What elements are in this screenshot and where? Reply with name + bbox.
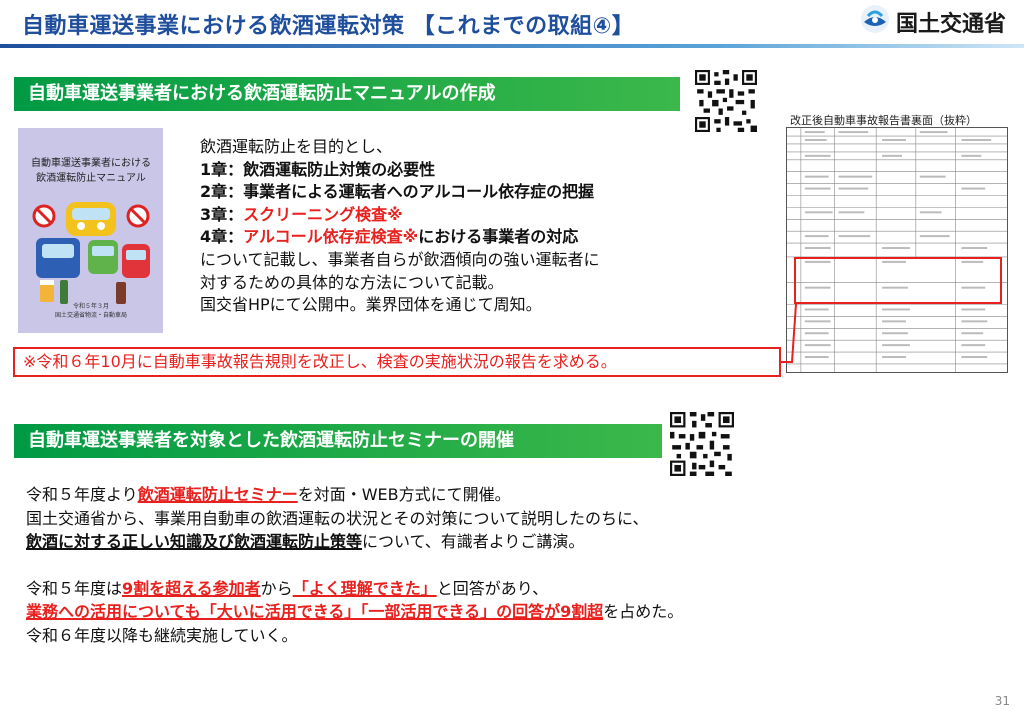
seminar-line-5: 業務への活用についても「大いに活用できる」「一部活用できる」の回答が9割超を占め… [26,600,683,624]
page-title: 自動車運送事業における飲酒運転対策 【これまでの取組④】 [22,14,635,39]
manual-title: 自動車運送事業者における 飲酒運転防止マニュアル [26,156,156,186]
title-bar: 自動車運送事業における飲酒運転対策 【これまでの取組④】 国土交通省 [0,0,1024,48]
desc-line-6: について記載し、事業者自らが飲酒傾向の強い運転者に [200,249,600,269]
qr-code-icon[interactable] [670,412,734,476]
mlit-logo-icon [861,5,889,33]
regulation-note: ※令和６年10月に自動車事故報告規則を改正し、検査の実施状況の報告を求める。 [13,347,781,377]
usage-result: 業務への活用についても「大いに活用できる」「一部活用できる」の回答が9割超 [26,602,604,621]
manual-description: 飲酒運転防止を目的とし、 1章：飲酒運転防止対策の必要性 2章：事業者による運転… [200,136,600,317]
accident-report-form-image [786,127,1008,373]
participant-share: 9割を超える参加者 [122,578,261,598]
p4e: と回答があり、 [436,578,549,598]
manual-date: 令和５年３月 [72,303,109,310]
chapter-4-prefix: 4章： [200,227,244,247]
chapter-2: 2章：事業者による運転者へのアルコール依存症の把握 [200,182,595,202]
manual-publisher: 国土交通省物流・自動車局 [54,312,127,319]
seminar-description: 令和５年度より飲酒運転防止セミナーを対面・WEB方式にて開催。 国土交通省から、… [26,483,683,647]
form-caption: 改正後自動車事故報告書裏面（抜粋） [790,114,977,127]
p4c: から [260,578,293,598]
cars-and-alcohol-illustration [32,202,150,304]
desc-line-1: 飲酒運転防止を目的とし、 [200,137,393,156]
manual-cover: 自動車運送事業者における 飲酒運転防止マニュアル 令和５年３月 国土交通省物流・… [18,128,163,333]
p1a: 令和５年度より [26,485,138,504]
p4a: 令和５年度は [26,578,123,598]
lecture-topic: 飲酒に対する正しい知識及び飲酒運転防止策等 [26,532,363,551]
chapter-4-title: アルコール依存症検査※ [243,227,419,247]
seminar-line-6: 令和６年度以降も継続実施していく。 [26,625,298,645]
seminar-line-1: 令和５年度より飲酒運転防止セミナーを対面・WEB方式にて開催。 [26,483,683,507]
chapter-1: 1章：飲酒運転防止対策の必要性 [200,159,436,179]
understood-answer: 「よく理解できた」 [292,578,437,598]
manual-title-line1: 自動車運送事業者における [31,158,151,169]
mlit-logo: 国土交通省 [860,4,1020,38]
section2-heading: 自動車運送事業者を対象とした飲酒運転防止セミナーの開催 [14,424,662,458]
p5b: を占めた。 [603,602,684,621]
seminar-line-2: 国土交通省から、事業用自動車の飲酒運転の状況とその対策について説明したのちに、 [26,508,649,528]
qr-code-icon[interactable] [695,70,757,132]
chapter-4-suffix: における事業者の対応 [418,227,579,247]
logo-text: 国土交通省 [896,12,1007,37]
p1c: を対面・WEB方式にて開催。 [297,485,511,504]
seminar-line-4: 令和５年度は9割を超える参加者から「よく理解できた」と回答があり、 [26,577,683,601]
p3b: について、有識者よりご講演。 [362,532,585,551]
chapter-3: 3章：スクリーニング検査※ [200,204,600,227]
chapter-3-prefix: 3章： [200,204,244,224]
desc-line-8: 国交省HPにて公開中。業界団体を通じて周知。 [200,295,542,315]
chapter-3-title: スクリーニング検査※ [243,204,403,224]
form-highlight-box [794,257,1002,304]
seminar-line-3: 飲酒に対する正しい知識及び飲酒運転防止策等について、有識者よりご講演。 [26,530,683,554]
section1-heading: 自動車運送事業者における飲酒運転防止マニュアルの作成 [14,77,680,111]
chapter-4: 4章：アルコール依存症検査※における事業者の対応 [200,226,600,249]
seminar-name: 飲酒運転防止セミナー [137,485,298,504]
desc-line-7: 対するための具体的な方法について記載。 [200,272,504,292]
page-number: 31 [994,694,1010,708]
manual-footer: 令和５年３月 国土交通省物流・自動車局 [28,302,154,320]
title-underline [0,44,1024,48]
manual-title-line2: 飲酒運転防止マニュアル [36,173,146,184]
